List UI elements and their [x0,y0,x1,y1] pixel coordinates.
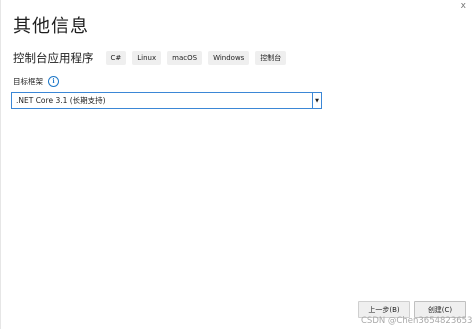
tag-console: 控制台 [255,51,287,65]
template-name: 控制台应用程序 [13,51,94,65]
framework-selected-value: .NET Core 3.1 (长期支持) [16,96,106,105]
tag-linux: Linux [132,51,162,65]
framework-label-row: 目标框架 i [13,76,59,87]
tag-macos: macOS [167,51,203,65]
page-title: 其他信息 [13,16,89,37]
tag-csharp: C# [105,51,127,65]
framework-label: 目标框架 [13,77,43,86]
template-summary: 控制台应用程序 C# Linux macOS Windows 控制台 [13,50,287,66]
tag-windows: Windows [208,51,250,65]
info-icon[interactable]: i [48,76,59,87]
chevron-down-icon[interactable]: ▼ [312,93,321,108]
framework-dropdown[interactable]: .NET Core 3.1 (长期支持) ▼ [11,92,322,109]
watermark: CSDN @Chen3654823653 [361,316,473,326]
close-icon[interactable]: x [461,2,466,11]
dialog-window: x 其他信息 控制台应用程序 C# Linux macOS Windows 控制… [0,0,474,329]
